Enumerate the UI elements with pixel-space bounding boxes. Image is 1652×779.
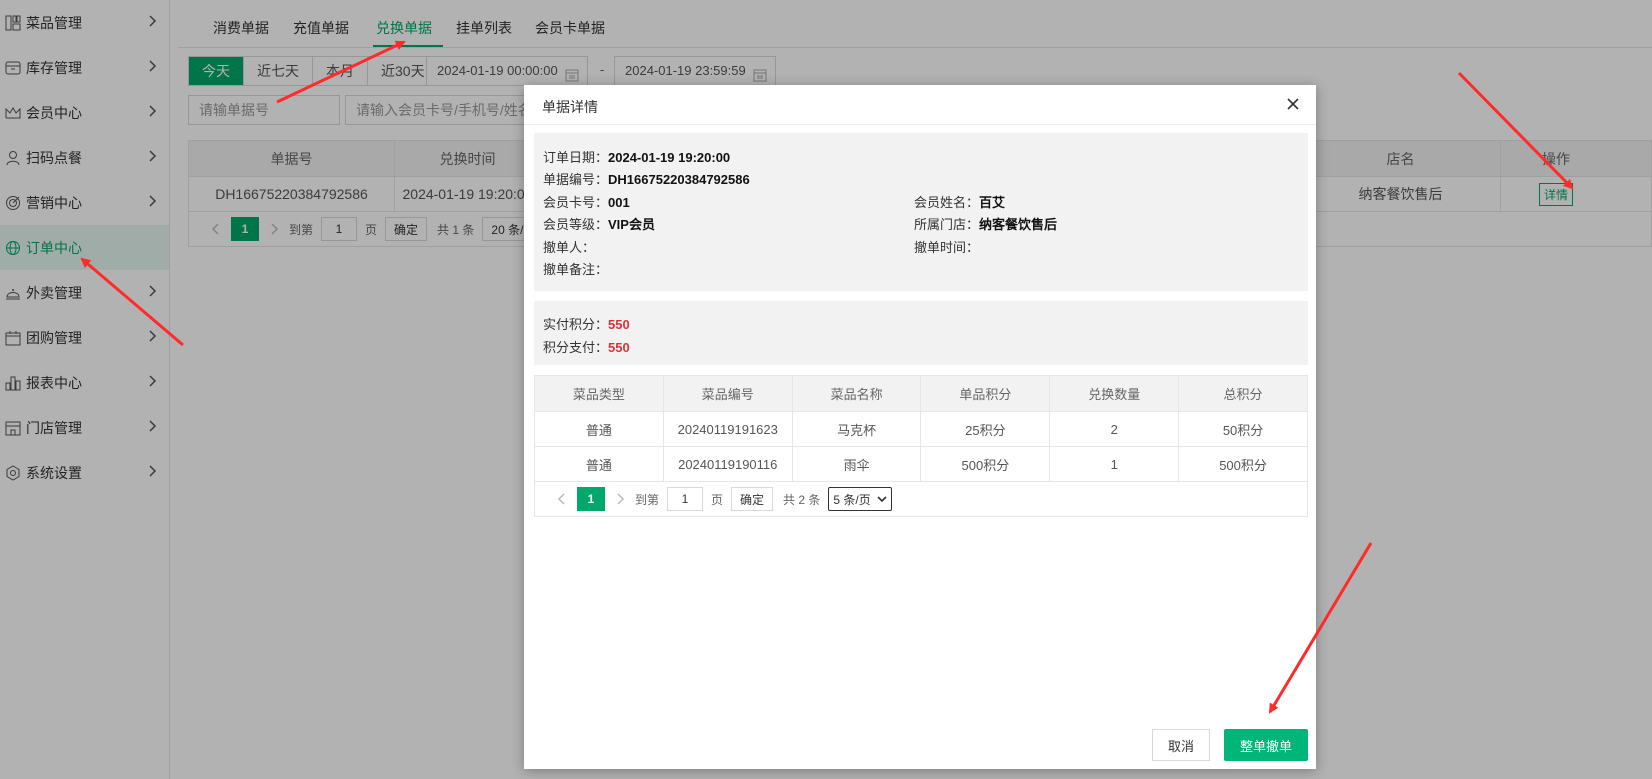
member-card: 会员卡号：001 [543, 192, 630, 211]
total-count: 共 2 条 [783, 492, 821, 507]
modal-title: 单据详情 [542, 99, 598, 115]
revoke-remark: 撤单备注： [543, 259, 608, 278]
order-number-value: DH16675220384792586 [608, 172, 750, 187]
member-store-label: 所属门店： [914, 217, 980, 232]
items-cell: 雨伞 [793, 447, 922, 481]
revoke-time: 撤单时间： [914, 237, 979, 256]
member-level-label: 会员等级： [543, 217, 609, 232]
order-number: 单据编号：DH16675220384792586 [543, 169, 750, 188]
order-info-section: 订单日期：2024-01-19 19:20:00 单据编号：DH16675220… [534, 133, 1308, 291]
points-paid: 积分支付：550 [543, 337, 630, 356]
close-icon[interactable] [1286, 97, 1300, 111]
page-size-select[interactable]: 5 条/页 [828, 487, 892, 511]
actual-points-value: 550 [608, 317, 630, 332]
member-card-value: 001 [608, 195, 630, 210]
items-cell: 25积分 [921, 412, 1051, 446]
page-jump-input[interactable]: 1 [667, 487, 704, 511]
goto-label: 到第 [635, 492, 660, 507]
member-name-value: 百艾 [979, 195, 1006, 210]
items-cell: 500积分 [1219, 457, 1267, 473]
points-paid-value: 550 [608, 340, 630, 355]
items-cell: 2 [1050, 412, 1180, 446]
items-cell: 20240119190116 [664, 447, 793, 481]
current-page[interactable]: 1 [577, 487, 605, 511]
items-header-cell: 总积分 [1223, 387, 1263, 402]
chevron-down-icon [877, 494, 887, 504]
member-store-value: 纳客餐饮售后 [979, 217, 1058, 232]
cancel-button[interactable]: 取消 [1152, 729, 1210, 761]
actual-points: 实付积分：550 [543, 314, 630, 333]
items-pagination: 1 到第 1 页 确定 共 2 条 5 条/页 [535, 481, 1307, 516]
page-unit-label: 页 [711, 492, 724, 507]
items-cell: 马克杯 [793, 412, 922, 446]
table-row: 普通 20240119190116 雨伞 500积分 1 500积分 [535, 446, 1307, 481]
revoker-label: 撤单人： [543, 240, 596, 255]
actual-points-label: 实付积分： [543, 317, 609, 332]
exchange-items-table: 菜品类型 菜品编号 菜品名称 单品积分 兑换数量 总积分 普通 20240119191623… [534, 375, 1308, 517]
member-name-label: 会员姓名： [914, 195, 980, 210]
order-detail-modal: 单据详情 订单日期：2024-01-19 19:20:00 单据编号：DH166… [524, 85, 1316, 769]
items-cell: 500积分 [921, 447, 1051, 481]
items-cell: 普通 [535, 447, 664, 481]
modal-header: 单据详情 [524, 85, 1316, 125]
order-date-value: 2024-01-19 19:20:00 [608, 150, 731, 165]
points-section: 实付积分：550 积分支付：550 [534, 301, 1308, 365]
member-card-label: 会员卡号： [543, 195, 609, 210]
items-cell: 20240119191623 [664, 412, 793, 446]
points-paid-label: 积分支付： [543, 340, 609, 355]
page-size-value: 5 条/页 [833, 492, 871, 507]
items-header-cell: 单品积分 [921, 376, 1051, 411]
revoke-time-label: 撤单时间： [914, 240, 980, 255]
items-table-body: 普通 20240119191623 马克杯 25积分 2 50积分 普通 2024011919… [535, 411, 1307, 481]
revoke-remark-label: 撤单备注： [543, 262, 609, 277]
next-page-icon[interactable] [613, 492, 627, 506]
items-table-header: 菜品类型 菜品编号 菜品名称 单品积分 兑换数量 总积分 [535, 376, 1307, 411]
order-date: 订单日期：2024-01-19 19:20:00 [543, 147, 730, 166]
table-row: 普通 20240119191623 马克杯 25积分 2 50积分 [535, 411, 1307, 446]
prev-page-icon[interactable] [555, 492, 569, 506]
page-confirm-button[interactable]: 确定 [731, 487, 774, 511]
items-header-cell: 菜品名称 [793, 376, 922, 411]
items-header-cell: 兑换数量 [1050, 376, 1180, 411]
items-header-cell: 菜品编号 [664, 376, 793, 411]
member-name: 会员姓名：百艾 [914, 192, 1005, 211]
member-level-value: VIP会员 [608, 217, 655, 232]
revoker: 撤单人： [543, 237, 595, 256]
order-number-label: 单据编号： [543, 172, 609, 187]
items-cell: 普通 [535, 412, 664, 446]
revoke-whole-order-button[interactable]: 整单撤单 [1224, 729, 1308, 761]
items-header-cell: 菜品类型 [535, 376, 664, 411]
member-level: 会员等级：VIP会员 [543, 214, 655, 233]
member-store: 所属门店：纳客餐饮售后 [914, 214, 1057, 233]
items-cell: 1 [1050, 447, 1180, 481]
order-date-label: 订单日期： [543, 150, 609, 165]
items-cell: 50积分 [1222, 422, 1264, 438]
